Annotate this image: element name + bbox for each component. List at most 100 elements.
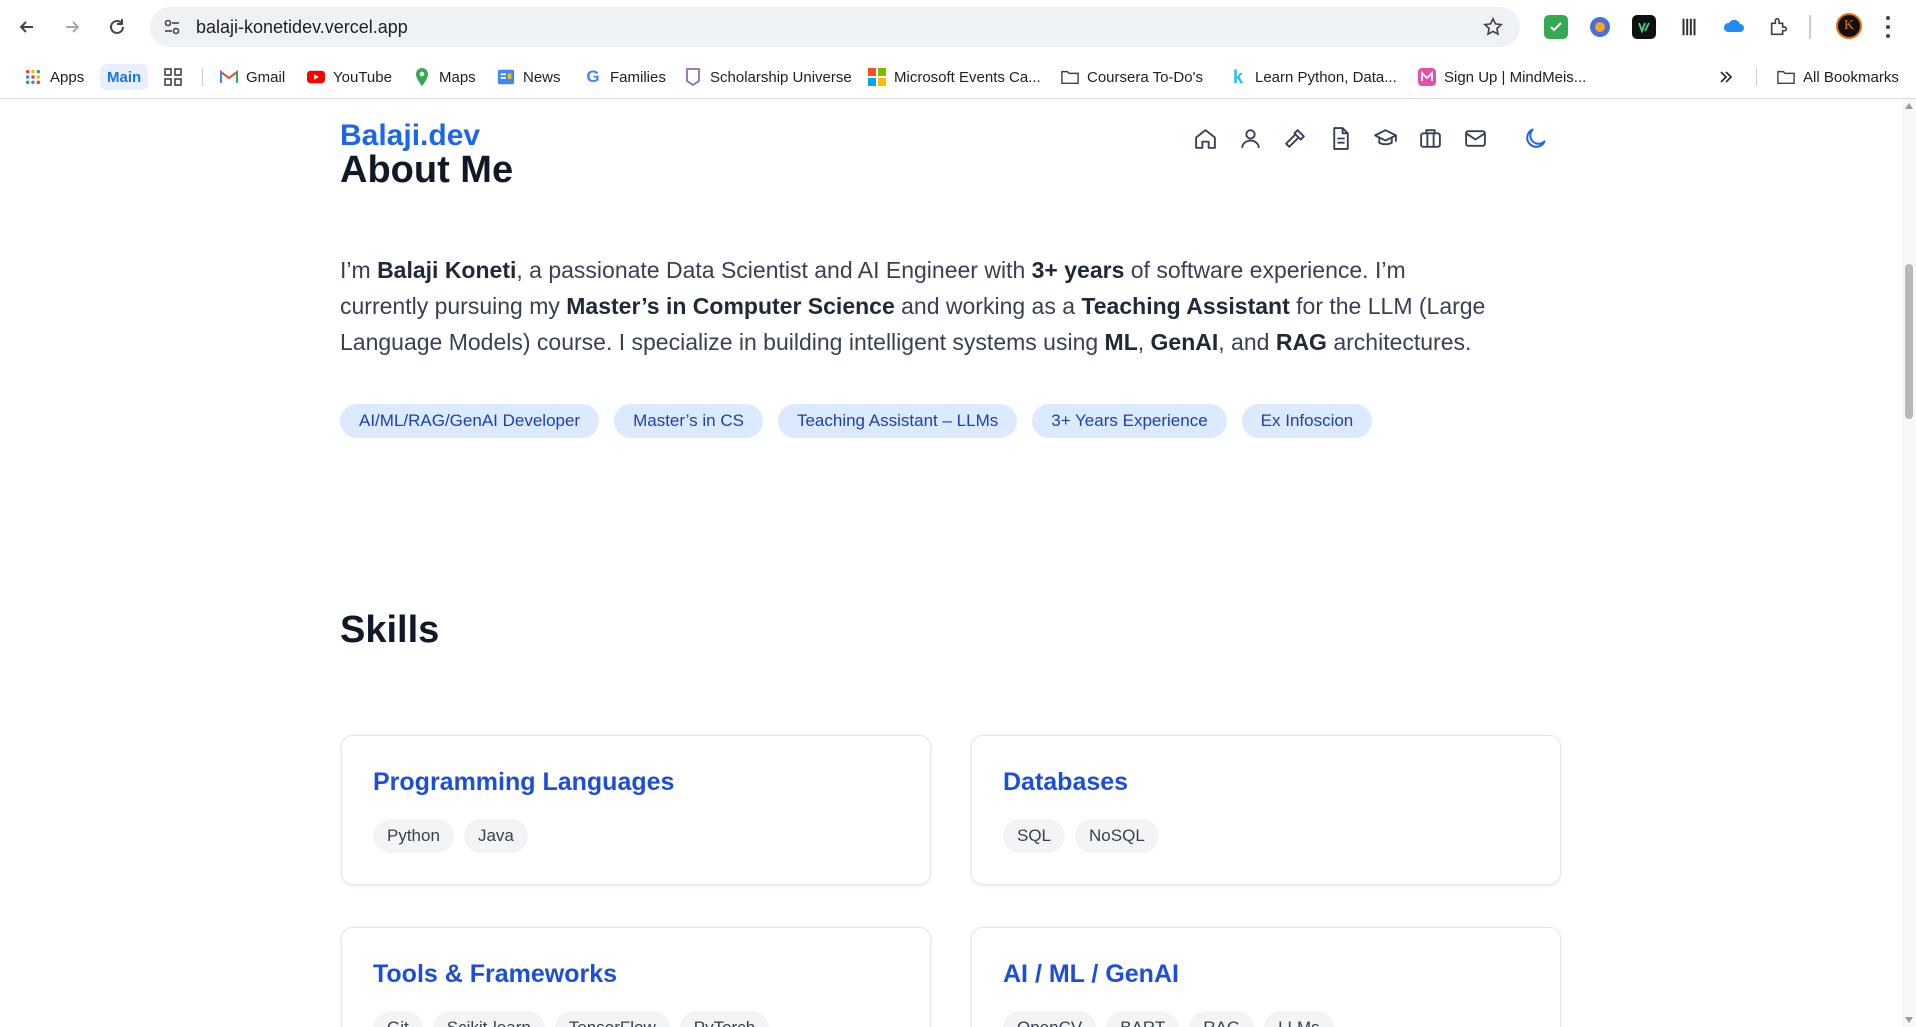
briefcase-icon (1420, 129, 1441, 148)
apps-grid-icon (24, 68, 42, 86)
hammer-icon (1285, 129, 1305, 148)
skill-chip: BART (1106, 1011, 1180, 1027)
mindmeister-icon (1418, 68, 1436, 86)
more-bookmarks-chevron-icon[interactable] (1718, 64, 1734, 90)
about-heading: About Me (340, 149, 514, 191)
bookmark-maps[interactable]: Maps (413, 64, 476, 90)
skill-chip: NoSQL (1075, 819, 1159, 853)
skill-chip: Scikit-learn (432, 1011, 545, 1027)
skill-card-title: AI / ML / GenAI (1003, 960, 1179, 988)
bookmark-star-icon[interactable] (1482, 16, 1504, 38)
extension-firefox-icon[interactable] (1588, 15, 1612, 39)
extensions-puzzle-icon[interactable] (1767, 15, 1791, 39)
about-tag: 3+ Years Experience (1032, 404, 1227, 438)
onedrive-cloud-icon[interactable] (1722, 15, 1746, 39)
back-button[interactable] (12, 12, 42, 42)
url-text[interactable]: balaji-konetidev.vercel.app (196, 17, 408, 38)
kaggle-icon: k (1232, 66, 1243, 87)
tab-groups-button[interactable] (164, 64, 190, 90)
arrow-right-icon (66, 21, 80, 33)
bookmark-learn-python[interactable]: k Learn Python, Data... (1229, 64, 1397, 90)
skill-card-databases: Databases SQL NoSQL (971, 735, 1561, 885)
nav-about-link[interactable] (1237, 125, 1264, 152)
moon-icon[interactable] (1522, 125, 1549, 152)
nav-skills-link[interactable] (1282, 125, 1309, 152)
all-bookmarks-button[interactable]: All Bookmarks (1777, 64, 1899, 90)
scroll-down-arrow-icon[interactable] (1905, 1017, 1913, 1023)
about-tag: Master’s in CS (614, 404, 763, 438)
skill-card-title: Tools & Frameworks (373, 960, 618, 988)
skill-card-ai-ml-genai: AI / ML / GenAI OpenCV BART RAG LLMs (971, 927, 1561, 1027)
bookmarks-divider-right (1756, 68, 1757, 86)
extension-green-icon[interactable] (1544, 15, 1568, 39)
forward-button[interactable] (57, 12, 87, 42)
skill-chip: Git (373, 1011, 423, 1027)
extension-tools-icon[interactable] (1677, 15, 1701, 39)
user-icon (1241, 129, 1260, 148)
skill-card-programming-languages: Programming Languages Python Java (341, 735, 931, 885)
bookmark-microsoft-events[interactable]: Microsoft Events Ca... (868, 64, 1041, 90)
bookmark-scholarship-universe[interactable]: Scholarship Universe (684, 64, 852, 90)
nav-education-link[interactable] (1372, 125, 1399, 152)
bookmark-news[interactable]: News (497, 64, 561, 90)
bookmark-apps[interactable]: Apps (24, 64, 84, 90)
site-nav (1192, 125, 1489, 152)
skill-chip: RAG (1189, 1011, 1255, 1027)
site-info-icon[interactable] (162, 17, 182, 37)
skill-chip: TensorFlow (554, 1011, 670, 1027)
bookmarks-bar: Apps Main Gmail YouTube Maps News G Fami… (0, 55, 1916, 99)
scroll-up-arrow-icon[interactable] (1905, 103, 1913, 109)
skills-heading: Skills (340, 609, 440, 651)
reload-button[interactable] (102, 12, 132, 42)
bookmarks-divider (202, 68, 203, 86)
address-bar[interactable]: balaji-konetidev.vercel.app (150, 7, 1520, 47)
skill-card-title: Programming Languages (373, 768, 675, 796)
skill-chip: SQL (1003, 819, 1066, 853)
page-scrollbar[interactable] (1902, 99, 1916, 1027)
skill-chip: LLMs (1264, 1011, 1334, 1027)
skill-chip: PyTorch (679, 1011, 770, 1027)
folder-icon (1777, 68, 1795, 86)
google-g-icon: G (586, 67, 600, 86)
profile-avatar[interactable]: K (1836, 13, 1862, 39)
google-news-icon (497, 68, 515, 86)
skill-card-tools-frameworks: Tools & Frameworks Git Scikit-learn Tens… (341, 927, 931, 1027)
about-tag: Teaching Assistant – LLMs (777, 404, 1018, 438)
scrollbar-thumb[interactable] (1905, 264, 1913, 419)
skill-card-title: Databases (1003, 768, 1129, 796)
skill-chip: OpenCV (1003, 1011, 1097, 1027)
nav-resume-link[interactable] (1327, 125, 1354, 152)
gmail-icon (220, 68, 238, 86)
maps-pin-icon (413, 68, 431, 86)
bookmark-gmail[interactable]: Gmail (220, 64, 285, 90)
about-paragraph: I’m Balaji Koneti, a passionate Data Sci… (340, 257, 1486, 355)
extension-v-icon[interactable] (1632, 15, 1656, 39)
reload-icon (110, 19, 124, 34)
microsoft-icon (868, 68, 886, 86)
browser-toolbar: balaji-konetidev.vercel.app K (0, 0, 1916, 55)
nav-contact-link[interactable] (1462, 125, 1489, 152)
skill-chip: Java (463, 819, 528, 853)
about-tag: AI/ML/RAG/GenAI Developer (340, 404, 600, 438)
scholarship-icon (684, 68, 702, 86)
site-logo[interactable]: Balaji.dev (340, 119, 480, 153)
bookmark-main[interactable]: Main (100, 64, 149, 90)
home-icon (1195, 129, 1216, 149)
bookmark-mindmeister[interactable]: Sign Up | MindMeis... (1418, 64, 1586, 90)
bookmark-youtube[interactable]: YouTube (307, 64, 392, 90)
bookmark-coursera-todos[interactable]: Coursera To-Do's (1061, 64, 1203, 90)
nav-home-link[interactable] (1192, 125, 1219, 152)
bookmark-families[interactable]: G Families (584, 64, 665, 90)
graduation-cap-icon (1374, 129, 1397, 146)
page-viewport: Balaji.dev About Me I’m Balaji Koneti, a… (0, 99, 1916, 1027)
about-tag: Ex Infoscion (1241, 404, 1373, 438)
arrow-left-icon (19, 21, 33, 33)
document-icon (1333, 127, 1349, 150)
nav-experience-link[interactable] (1417, 125, 1444, 152)
browser-menu-icon[interactable] (1885, 16, 1891, 38)
youtube-icon (307, 68, 325, 86)
tab-groups-icon (164, 68, 182, 86)
toolbar-divider (1809, 15, 1811, 39)
folder-icon (1061, 68, 1079, 86)
mail-icon (1465, 130, 1486, 147)
